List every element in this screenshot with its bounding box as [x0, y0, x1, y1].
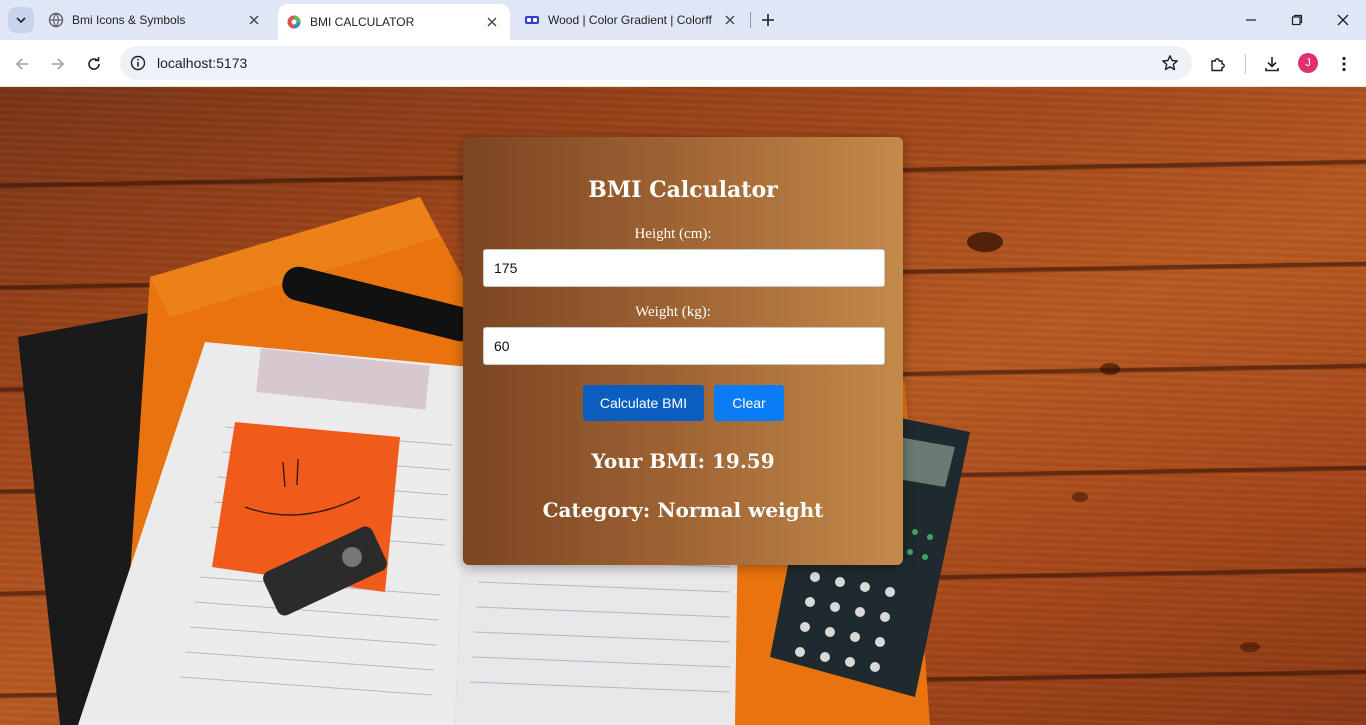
bmi-result: Your BMI: 19.59 [591, 449, 775, 473]
bmi-category: Category: Normal weight [542, 498, 824, 522]
close-tab-icon[interactable] [482, 12, 502, 32]
toolbar-divider [1245, 54, 1246, 74]
new-tab-button[interactable] [756, 8, 780, 32]
tab-bmi-icons[interactable]: Bmi Icons & Symbols [40, 0, 272, 40]
tab-divider [750, 12, 751, 28]
globe-icon [48, 12, 64, 28]
extensions-button[interactable] [1206, 52, 1230, 76]
close-tab-icon[interactable] [244, 10, 264, 30]
height-input[interactable] [483, 249, 885, 287]
minimize-icon [1246, 19, 1256, 21]
arrow-right-icon [52, 58, 65, 70]
plus-icon [762, 14, 774, 26]
weight-input[interactable] [483, 327, 885, 365]
page-title: BMI Calculator [588, 177, 778, 203]
clear-button[interactable]: Clear [714, 385, 784, 421]
url-text[interactable]: localhost:5173 [157, 55, 247, 71]
browser-toolbar: localhost:5173 J [0, 40, 1366, 87]
height-label: Height (cm): [634, 226, 712, 242]
back-button[interactable] [8, 50, 36, 78]
restore-button[interactable] [1274, 0, 1320, 40]
forward-button[interactable] [44, 50, 72, 78]
reload-button[interactable] [80, 50, 108, 78]
chevron-down-icon [16, 17, 26, 24]
reload-icon [88, 57, 100, 70]
tab-title: Wood | Color Gradient | Colorff [548, 13, 712, 27]
bmi-card: BMI Calculator Height (cm): Weight (kg):… [463, 137, 903, 565]
tab-strip: Bmi Icons & Symbols BMI CALCULATOR Wood … [0, 0, 1366, 40]
close-window-button[interactable] [1320, 0, 1366, 40]
downloads-button[interactable] [1260, 52, 1284, 76]
restore-icon [1291, 14, 1303, 26]
app-logo-icon [287, 15, 301, 29]
minimize-button[interactable] [1228, 0, 1274, 40]
tab-wood-gradient[interactable]: Wood | Color Gradient | Colorff [516, 0, 748, 40]
arrow-left-icon [15, 58, 28, 70]
address-bar[interactable]: localhost:5173 [120, 46, 1192, 80]
weight-label: Weight (kg): [635, 304, 711, 320]
tab-title: Bmi Icons & Symbols [72, 13, 186, 27]
close-tab-icon[interactable] [720, 10, 740, 30]
more-vertical-icon [1342, 56, 1346, 72]
puzzle-icon [1211, 58, 1225, 72]
bookmark-star-icon[interactable] [1160, 53, 1180, 73]
download-icon [1265, 57, 1279, 72]
close-icon [1337, 14, 1349, 26]
site-info-icon[interactable] [128, 53, 148, 73]
colorffy-icon [525, 16, 539, 24]
profile-avatar[interactable]: J [1298, 53, 1318, 73]
tab-bmi-calculator[interactable]: BMI CALCULATOR [278, 4, 510, 40]
page-viewport: BMI Calculator Height (cm): Weight (kg):… [0, 87, 1366, 725]
menu-button[interactable] [1332, 52, 1356, 76]
tab-search-button[interactable] [8, 7, 34, 33]
tab-title: BMI CALCULATOR [310, 15, 415, 29]
calculate-bmi-button[interactable]: Calculate BMI [583, 385, 704, 421]
